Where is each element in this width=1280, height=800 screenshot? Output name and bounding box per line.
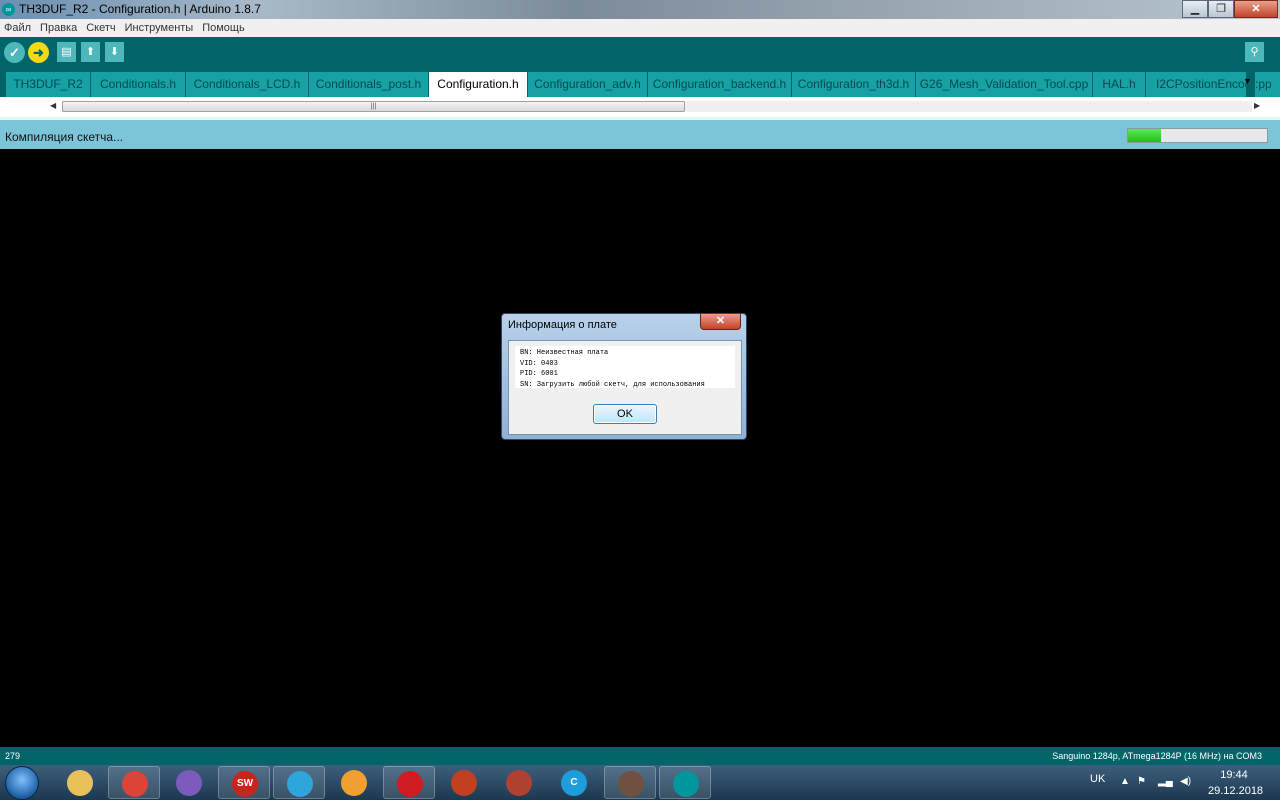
tab-configuration-backend[interactable]: Configuration_backend.h <box>648 72 791 97</box>
taskbar-app[interactable] <box>383 766 435 799</box>
serial-monitor-button[interactable]: ⚲ <box>1245 42 1264 62</box>
info-line-bn: BN: Неизвестная плата <box>520 349 609 357</box>
open-button[interactable]: ⬆ <box>81 42 100 62</box>
minimize-button[interactable]: ▁ <box>1182 0 1208 18</box>
taskbar-app[interactable] <box>328 766 380 799</box>
desktop: ∞ TH3DUF_R2 - Configuration.h | Arduino … <box>0 0 1280 800</box>
title-bar: ∞ TH3DUF_R2 - Configuration.h | Arduino … <box>0 0 1280 19</box>
board-info-text[interactable]: BN: Неизвестная плата VID: 0403 PID: 600… <box>515 346 735 389</box>
dialog-close-button[interactable]: ✕ <box>700 314 741 330</box>
arduino-infinity-icon: ∞ <box>2 3 15 16</box>
taskbar-app[interactable] <box>438 766 490 799</box>
horizontal-scrollbar[interactable]: ◀ ||| ▶ <box>0 97 1280 117</box>
menu-help[interactable]: Помощь <box>202 19 245 37</box>
upload-button[interactable]: ➜ <box>28 42 49 63</box>
save-button[interactable]: ⬇ <box>105 42 124 62</box>
tab-conditionals-lcd[interactable]: Conditionals_LCD.h <box>186 72 308 97</box>
chrome-icon <box>122 771 148 797</box>
language-indicator[interactable]: UK <box>1090 773 1105 785</box>
new-button[interactable]: ▤ <box>57 42 76 62</box>
opera-icon <box>397 771 423 797</box>
taskbar-app[interactable] <box>163 766 215 799</box>
magnifier-icon: ⚲ <box>1250 46 1259 58</box>
scroll-left-icon[interactable]: ◀ <box>50 101 56 110</box>
tab-configuration[interactable]: Configuration.h <box>429 72 527 97</box>
status-message: Компиляция скетча... <box>5 130 124 144</box>
solidworks-icon: SW <box>232 771 258 797</box>
status-bar: Компиляция скетча... <box>0 117 1280 149</box>
taskbar-app[interactable] <box>604 766 656 799</box>
close-icon: ✕ <box>715 315 726 327</box>
arrow-down-icon: ⬇ <box>109 46 120 58</box>
menu-file[interactable]: Файл <box>4 19 31 37</box>
board-info: Sanguino 1284p, ATmega1284P (16 MHz) на … <box>1052 751 1262 761</box>
tab-hal[interactable]: HAL.h <box>1093 72 1145 97</box>
tab-g26-mesh[interactable]: G26_Mesh_Validation_Tool.cpp <box>916 72 1092 97</box>
cube-app-icon <box>506 770 532 796</box>
restore-button[interactable]: ❐ <box>1208 0 1234 18</box>
info-line-vid: VID: 0403 <box>520 359 558 368</box>
tab-conditionals[interactable]: Conditionals.h <box>91 72 185 97</box>
menu-edit[interactable]: Правка <box>40 19 77 37</box>
signal-icon[interactable]: ▂▄ <box>1158 776 1173 787</box>
menu-sketch[interactable]: Скетч <box>86 19 115 37</box>
taskbar-app[interactable]: C <box>548 766 600 799</box>
taskbar-app[interactable] <box>108 766 160 799</box>
menu-bar: Файл Правка Скетч Инструменты Помощь <box>0 19 1280 37</box>
camera-app-icon <box>341 770 367 796</box>
taskbar-app[interactable] <box>54 766 106 799</box>
game-app-icon <box>618 771 644 797</box>
console-output[interactable] <box>0 149 1280 747</box>
dialog-body: BN: Неизвестная плата VID: 0403 PID: 600… <box>508 340 742 435</box>
new-file-icon: ▤ <box>61 46 72 58</box>
footer-bar: 279 Sanguino 1284p, ATmega1284P (16 MHz)… <box>0 747 1280 765</box>
clock-date[interactable]: 29.12.2018 <box>1208 785 1263 797</box>
scroll-thumb[interactable]: ||| <box>62 101 685 112</box>
close-button[interactable]: ✕ <box>1234 0 1278 18</box>
clock-time[interactable]: 19:44 <box>1208 769 1260 781</box>
arrow-up-icon[interactable]: ▲ <box>1120 776 1130 787</box>
menu-tools[interactable]: Инструменты <box>125 19 194 37</box>
file-explorer-icon <box>67 770 93 796</box>
window-title: TH3DUF_R2 - Configuration.h | Arduino 1.… <box>19 2 261 16</box>
scroll-right-icon[interactable]: ▶ <box>1254 101 1260 110</box>
progress-fill <box>1128 129 1162 142</box>
network-flag-icon[interactable]: ⚑ <box>1137 776 1146 787</box>
verify-button[interactable]: ✓ <box>4 42 25 63</box>
viber-icon <box>176 770 202 796</box>
arrow-right-icon: ➜ <box>33 45 44 60</box>
line-number: 279 <box>5 751 21 761</box>
arduino-icon <box>673 771 699 797</box>
start-button[interactable] <box>5 766 39 800</box>
taskbar-app[interactable] <box>273 766 325 799</box>
dialog-title: Информация о плате <box>508 319 617 331</box>
tab-menu-arrow[interactable]: ▼ <box>1243 76 1252 86</box>
board-info-dialog: Информация о плате ✕ BN: Неизвестная пла… <box>501 313 747 440</box>
tab-th3duf-r2[interactable]: TH3DUF_R2 <box>6 72 90 97</box>
taskbar: SW C UK ▲ ⚑ ▂▄ ◀) 19:44 29.12.2018 <box>0 765 1280 800</box>
toolbar: ✓ ➜ ▤ ⬆ ⬇ ⚲ <box>0 37 1280 69</box>
tab-configuration-th3d[interactable]: Configuration_th3d.h <box>792 72 915 97</box>
info-line-sn: SN: Загрузить любой скетч, для использов… <box>520 380 705 389</box>
tab-conditionals-post[interactable]: Conditionals_post.h <box>309 72 428 97</box>
tab-strip: TH3DUF_R2 Conditionals.h Conditionals_LC… <box>0 69 1280 97</box>
taskbar-app[interactable] <box>659 766 711 799</box>
slicer-icon <box>451 770 477 796</box>
tab-i2c-encoder[interactable]: I2CPositionEncod <box>1146 72 1246 97</box>
info-line-pid: PID: 6001 <box>520 370 558 378</box>
volume-icon[interactable]: ◀) <box>1180 776 1191 787</box>
tab-overflow-text: :pp <box>1255 72 1280 97</box>
compile-progress-bar <box>1127 128 1268 143</box>
arrow-up-icon: ⬆ <box>85 46 96 58</box>
cura-c-icon: C <box>561 770 587 796</box>
taskbar-app[interactable]: SW <box>218 766 270 799</box>
tab-configuration-adv[interactable]: Configuration_adv.h <box>528 72 647 97</box>
check-icon: ✓ <box>9 45 20 60</box>
ok-button[interactable]: OK <box>593 404 657 424</box>
telegram-icon <box>287 771 313 797</box>
taskbar-app[interactable] <box>493 766 545 799</box>
